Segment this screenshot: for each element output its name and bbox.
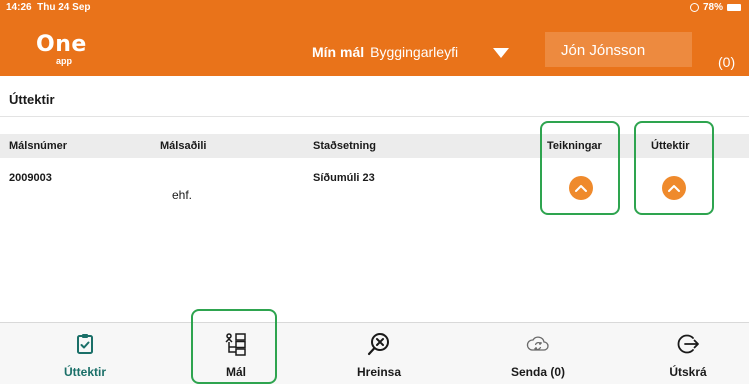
- status-bar: 14:26 Thu 24 Sep 78%: [0, 0, 749, 16]
- app-logo-sub: app: [56, 56, 73, 66]
- tab-label: Úttektir: [63, 365, 106, 379]
- tab-cases[interactable]: Mál: [176, 323, 296, 384]
- crumb-label: Mín mál: [312, 44, 365, 60]
- crumb-value: Byggingarleyfi: [370, 44, 459, 60]
- case-type-selector[interactable]: Mín mál Byggingarleyfi: [312, 44, 458, 60]
- dropdown-arrow-icon[interactable]: [492, 46, 510, 60]
- tab-clear[interactable]: Hreinsa: [319, 323, 439, 384]
- column-header-inspections: Úttektir: [651, 140, 690, 152]
- divider: [0, 116, 749, 117]
- chevron-up-icon: [575, 185, 587, 192]
- column-header-drawings: Teikningar: [547, 140, 602, 152]
- battery-percent: 78%: [702, 2, 723, 13]
- tab-send[interactable]: Senda (0): [478, 323, 598, 384]
- notification-count[interactable]: (0): [718, 54, 735, 70]
- page-title: Úttektir: [9, 92, 55, 107]
- cell-case-party: ehf.: [172, 188, 193, 202]
- battery-icon: [727, 4, 741, 11]
- app-screen: 14:26 Thu 24 Sep 78% One app Mín mál Byg…: [0, 0, 749, 384]
- table-header: Málsnúmer Málsaðili Staðsetning Teikning…: [0, 134, 749, 158]
- inspections-expand-button[interactable]: [662, 176, 686, 200]
- user-name[interactable]: Jón Jónsson: [545, 32, 692, 67]
- bottom-tab-bar: Úttektir Mál Hreinsa Senda (0) Útskrá: [0, 322, 749, 384]
- tab-inspections[interactable]: Úttektir: [25, 323, 145, 384]
- tab-label: Hreinsa: [356, 365, 402, 379]
- app-logo: One: [36, 32, 87, 57]
- tab-logout[interactable]: Útskrá: [628, 323, 748, 384]
- column-header-case-party: Málsaðili: [160, 140, 207, 152]
- status-time: 14:26 Thu 24 Sep: [6, 2, 91, 13]
- column-header-case-number: Málsnúmer: [9, 140, 68, 152]
- cell-case-number: 2009003: [9, 172, 52, 184]
- status-right: 78%: [689, 2, 741, 13]
- search-x-icon: [367, 333, 389, 356]
- cloud-sync-icon: [526, 336, 549, 351]
- tab-label: Mál: [225, 365, 246, 379]
- chevron-up-icon: [668, 185, 680, 192]
- table-row[interactable]: 2009003 ehf. Síðumúli 23: [0, 160, 749, 220]
- logout-icon: [677, 334, 699, 354]
- tab-label: Útskrá: [669, 365, 707, 379]
- drawings-expand-button[interactable]: [569, 176, 593, 200]
- hierarchy-checklist-icon: [225, 333, 246, 356]
- app-header: One app Mín mál Byggingarleyfi Jón Jónss…: [0, 16, 749, 76]
- column-header-location: Staðsetning: [313, 140, 376, 152]
- tab-label: Senda (0): [510, 365, 565, 379]
- rotation-lock-icon: [689, 3, 699, 12]
- cell-location: Síðumúli 23: [313, 172, 375, 184]
- clipboard-check-icon: [77, 334, 93, 354]
